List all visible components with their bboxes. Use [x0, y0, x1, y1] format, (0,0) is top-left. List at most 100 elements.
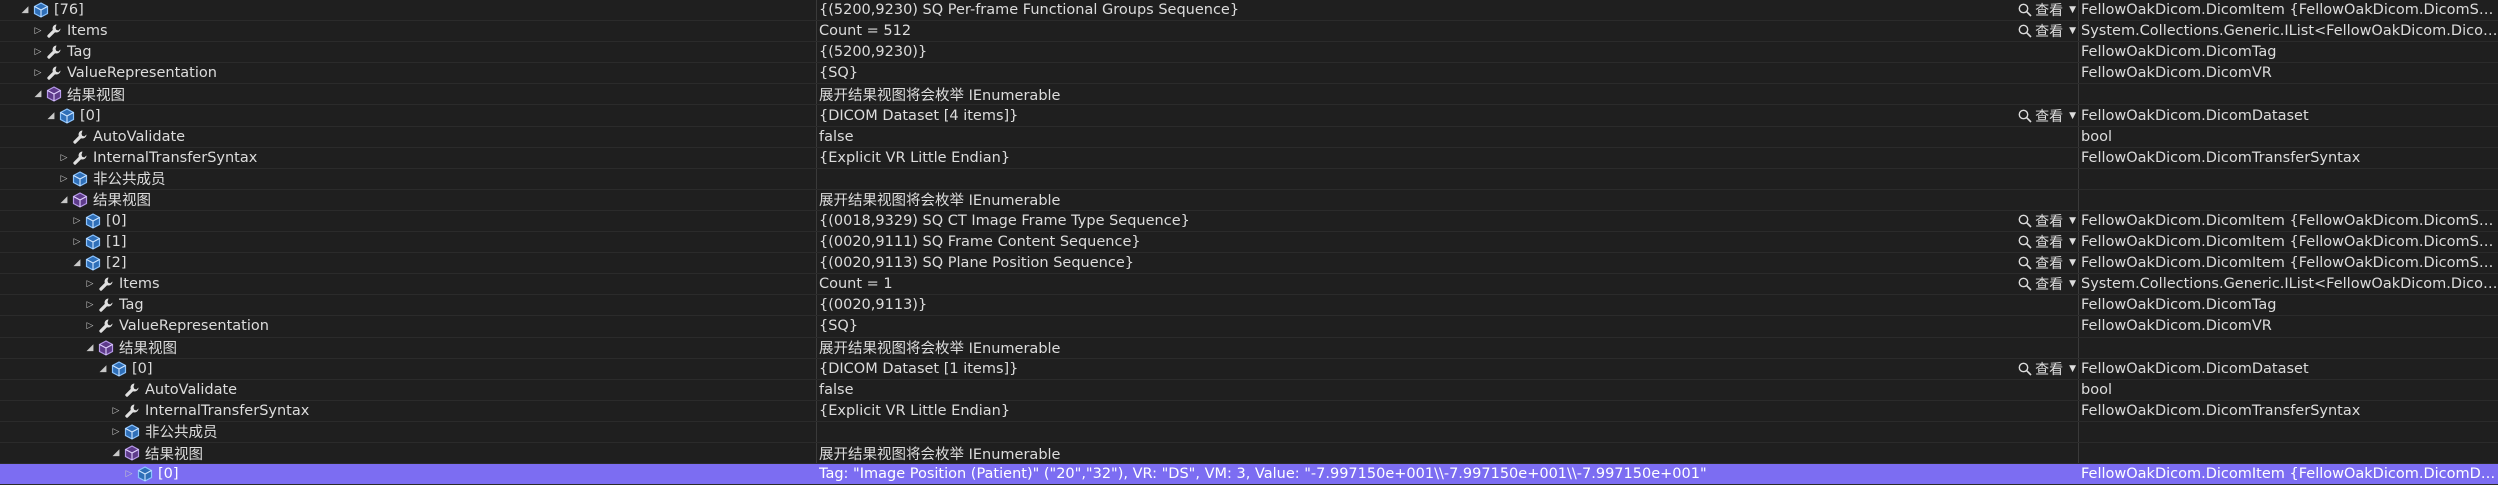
- chevron-down-icon[interactable]: ▼: [2069, 26, 2076, 36]
- watch-row[interactable]: AutoValidate false bool: [0, 380, 2498, 401]
- watch-row[interactable]: ◢ 结果视图 展开结果视图将会枚举 IEnumerable: [0, 84, 2498, 106]
- watch-row[interactable]: AutoValidate false bool: [0, 127, 2498, 148]
- visualizer-button[interactable]: 查看 ▼: [2014, 274, 2076, 294]
- value-cell[interactable]: 展开结果视图将会枚举 IEnumerable: [816, 443, 2078, 463]
- value-cell[interactable]: {SQ}: [816, 316, 2078, 336]
- wrench-icon: [97, 275, 115, 293]
- chevron-down-icon[interactable]: ▼: [2069, 216, 2076, 226]
- member-name: [2]: [106, 255, 127, 272]
- value-cell[interactable]: {(5200,9230)}: [816, 42, 2078, 62]
- expander-icon[interactable]: ◢: [109, 448, 123, 458]
- chevron-down-icon[interactable]: ▼: [2069, 364, 2076, 374]
- name-cell: ◢ [0]: [0, 105, 816, 125]
- watch-row[interactable]: ▷ [0] Tag: "Image Position (Patient)" ("…: [0, 464, 2498, 485]
- watch-row[interactable]: ▷ ValueRepresentation {SQ} FellowOakDico…: [0, 316, 2498, 338]
- value-cell[interactable]: false: [816, 127, 2078, 147]
- visualizer-button[interactable]: 查看 ▼: [2014, 211, 2076, 231]
- member-type: bool: [2081, 128, 2112, 145]
- expander-icon[interactable]: ▷: [31, 26, 45, 36]
- expander-icon[interactable]: ◢: [44, 111, 58, 121]
- magnifier-icon: [2018, 109, 2032, 123]
- watch-row[interactable]: ◢ [76] {(5200,9230) SQ Per-frame Functio…: [0, 0, 2498, 22]
- visualizer-button[interactable]: 查看 ▼: [2014, 232, 2076, 252]
- expander-icon[interactable]: ▷: [122, 469, 136, 479]
- value-cell[interactable]: Tag: "Image Position (Patient)" ("20","3…: [816, 464, 2078, 484]
- value-cell[interactable]: [816, 169, 2078, 189]
- watch-row[interactable]: ▷ ValueRepresentation {SQ} FellowOakDico…: [0, 63, 2498, 85]
- expander-icon[interactable]: ▷: [83, 279, 97, 289]
- value-cell[interactable]: {(5200,9230) SQ Per-frame Functional Gro…: [816, 0, 2078, 20]
- member-value: {(0020,9113)}: [819, 297, 928, 314]
- visualizer-button[interactable]: 查看 ▼: [2014, 253, 2076, 273]
- expander-icon[interactable]: ▷: [83, 321, 97, 331]
- expander-icon[interactable]: ▷: [70, 216, 84, 226]
- watch-row[interactable]: ◢ [2] {(0020,9113) SQ Plane Position Seq…: [0, 253, 2498, 275]
- visualizer-label: 查看: [2035, 361, 2064, 378]
- watch-row[interactable]: ▷ [1] {(0020,9111) SQ Frame Content Sequ…: [0, 232, 2498, 254]
- visualizer-button[interactable]: 查看 ▼: [2014, 21, 2076, 41]
- expander-icon[interactable]: ▷: [109, 406, 123, 416]
- watch-row[interactable]: ◢ [0] {DICOM Dataset [1 items]} 查看 ▼ Fell…: [0, 359, 2498, 380]
- watch-row[interactable]: ▷ Items Count = 512 查看 ▼ System.Collectio…: [0, 21, 2498, 43]
- watch-row[interactable]: ◢ [0] {DICOM Dataset [4 items]} 查看 ▼ Fell…: [0, 105, 2498, 127]
- value-cell[interactable]: {DICOM Dataset [1 items]} 查看 ▼: [816, 359, 2078, 379]
- watch-row[interactable]: ◢ 结果视图 展开结果视图将会枚举 IEnumerable: [0, 338, 2498, 359]
- value-cell[interactable]: {(0020,9113) SQ Plane Position Sequence}…: [816, 253, 2078, 273]
- visualizer-button[interactable]: 查看 ▼: [2014, 359, 2076, 379]
- value-cell[interactable]: {(0020,9111) SQ Frame Content Sequence} …: [816, 232, 2078, 252]
- visualizer-button[interactable]: 查看 ▼: [2014, 105, 2076, 125]
- value-cell[interactable]: {Explicit VR Little Endian}: [816, 401, 2078, 421]
- wrench-icon: [45, 43, 63, 61]
- value-cell[interactable]: {Explicit VR Little Endian}: [816, 148, 2078, 168]
- expander-icon[interactable]: ▷: [70, 237, 84, 247]
- expander-icon[interactable]: ◢: [57, 195, 71, 205]
- chevron-down-icon[interactable]: ▼: [2069, 258, 2076, 268]
- expander-icon[interactable]: ◢: [31, 89, 45, 99]
- member-value: 展开结果视图将会枚举 IEnumerable: [819, 446, 1061, 463]
- name-cell: ▷ [1]: [0, 232, 816, 252]
- value-cell[interactable]: {(0018,9329) SQ CT Image Frame Type Sequ…: [816, 211, 2078, 231]
- watch-row[interactable]: ▷ Tag {(5200,9230)} FellowOakDicom.Dicom…: [0, 42, 2498, 64]
- chevron-down-icon[interactable]: ▼: [2069, 237, 2076, 247]
- member-type: FellowOakDicom.DicomVR: [2081, 318, 2272, 335]
- expander-icon[interactable]: ◢: [18, 5, 32, 15]
- expander-icon[interactable]: ▷: [31, 47, 45, 57]
- value-cell[interactable]: 展开结果视图将会枚举 IEnumerable: [816, 338, 2078, 358]
- value-cell[interactable]: {(0020,9113)}: [816, 295, 2078, 315]
- value-cell[interactable]: {SQ}: [816, 63, 2078, 83]
- value-cell[interactable]: Count = 512 查看 ▼: [816, 21, 2078, 41]
- watch-row[interactable]: ▷ [0] {(0018,9329) SQ CT Image Frame Typ…: [0, 211, 2498, 233]
- visualizer-label: 查看: [2035, 24, 2064, 41]
- expander-icon[interactable]: ▷: [57, 153, 71, 163]
- expander-icon[interactable]: ▷: [83, 300, 97, 310]
- value-cell[interactable]: {DICOM Dataset [4 items]} 查看 ▼: [816, 105, 2078, 125]
- watch-row[interactable]: ◢ 结果视图 展开结果视图将会枚举 IEnumerable: [0, 190, 2498, 211]
- value-cell[interactable]: false: [816, 380, 2078, 400]
- value-cell[interactable]: 展开结果视图将会枚举 IEnumerable: [816, 190, 2078, 210]
- watch-row[interactable]: ▷ 非公共成员: [0, 169, 2498, 190]
- member-type: bool: [2081, 381, 2112, 398]
- watch-row[interactable]: ▷ InternalTransferSyntax {Explicit VR Li…: [0, 401, 2498, 422]
- type-cell: FellowOakDicom.DicomItem {FellowOakDicom…: [2078, 253, 2498, 273]
- expander-icon[interactable]: ▷: [109, 427, 123, 437]
- watch-row[interactable]: ▷ Items Count = 1 查看 ▼ System.Collections…: [0, 274, 2498, 296]
- expander-icon[interactable]: ▷: [57, 174, 71, 184]
- watch-row[interactable]: ▷ Tag {(0020,9113)} FellowOakDicom.Dicom…: [0, 295, 2498, 317]
- value-cell[interactable]: [816, 422, 2078, 442]
- name-cell: ◢ [2]: [0, 253, 816, 273]
- expander-icon[interactable]: ◢: [83, 343, 97, 353]
- member-name: [0]: [158, 466, 179, 483]
- chevron-down-icon[interactable]: ▼: [2069, 279, 2076, 289]
- value-cell[interactable]: 展开结果视图将会枚举 IEnumerable: [816, 84, 2078, 104]
- expander-icon[interactable]: ◢: [70, 258, 84, 268]
- watch-row[interactable]: ◢ 结果视图 展开结果视图将会枚举 IEnumerable: [0, 443, 2498, 465]
- chevron-down-icon[interactable]: ▼: [2069, 5, 2076, 15]
- chevron-down-icon[interactable]: ▼: [2069, 111, 2076, 121]
- watch-row[interactable]: ▷ 非公共成员: [0, 422, 2498, 443]
- member-name: Items: [67, 23, 108, 40]
- value-cell[interactable]: Count = 1 查看 ▼: [816, 274, 2078, 294]
- expander-icon[interactable]: ◢: [96, 364, 110, 374]
- watch-row[interactable]: ▷ InternalTransferSyntax {Explicit VR Li…: [0, 148, 2498, 169]
- expander-icon[interactable]: ▷: [31, 68, 45, 78]
- visualizer-button[interactable]: 查看 ▼: [2014, 0, 2076, 20]
